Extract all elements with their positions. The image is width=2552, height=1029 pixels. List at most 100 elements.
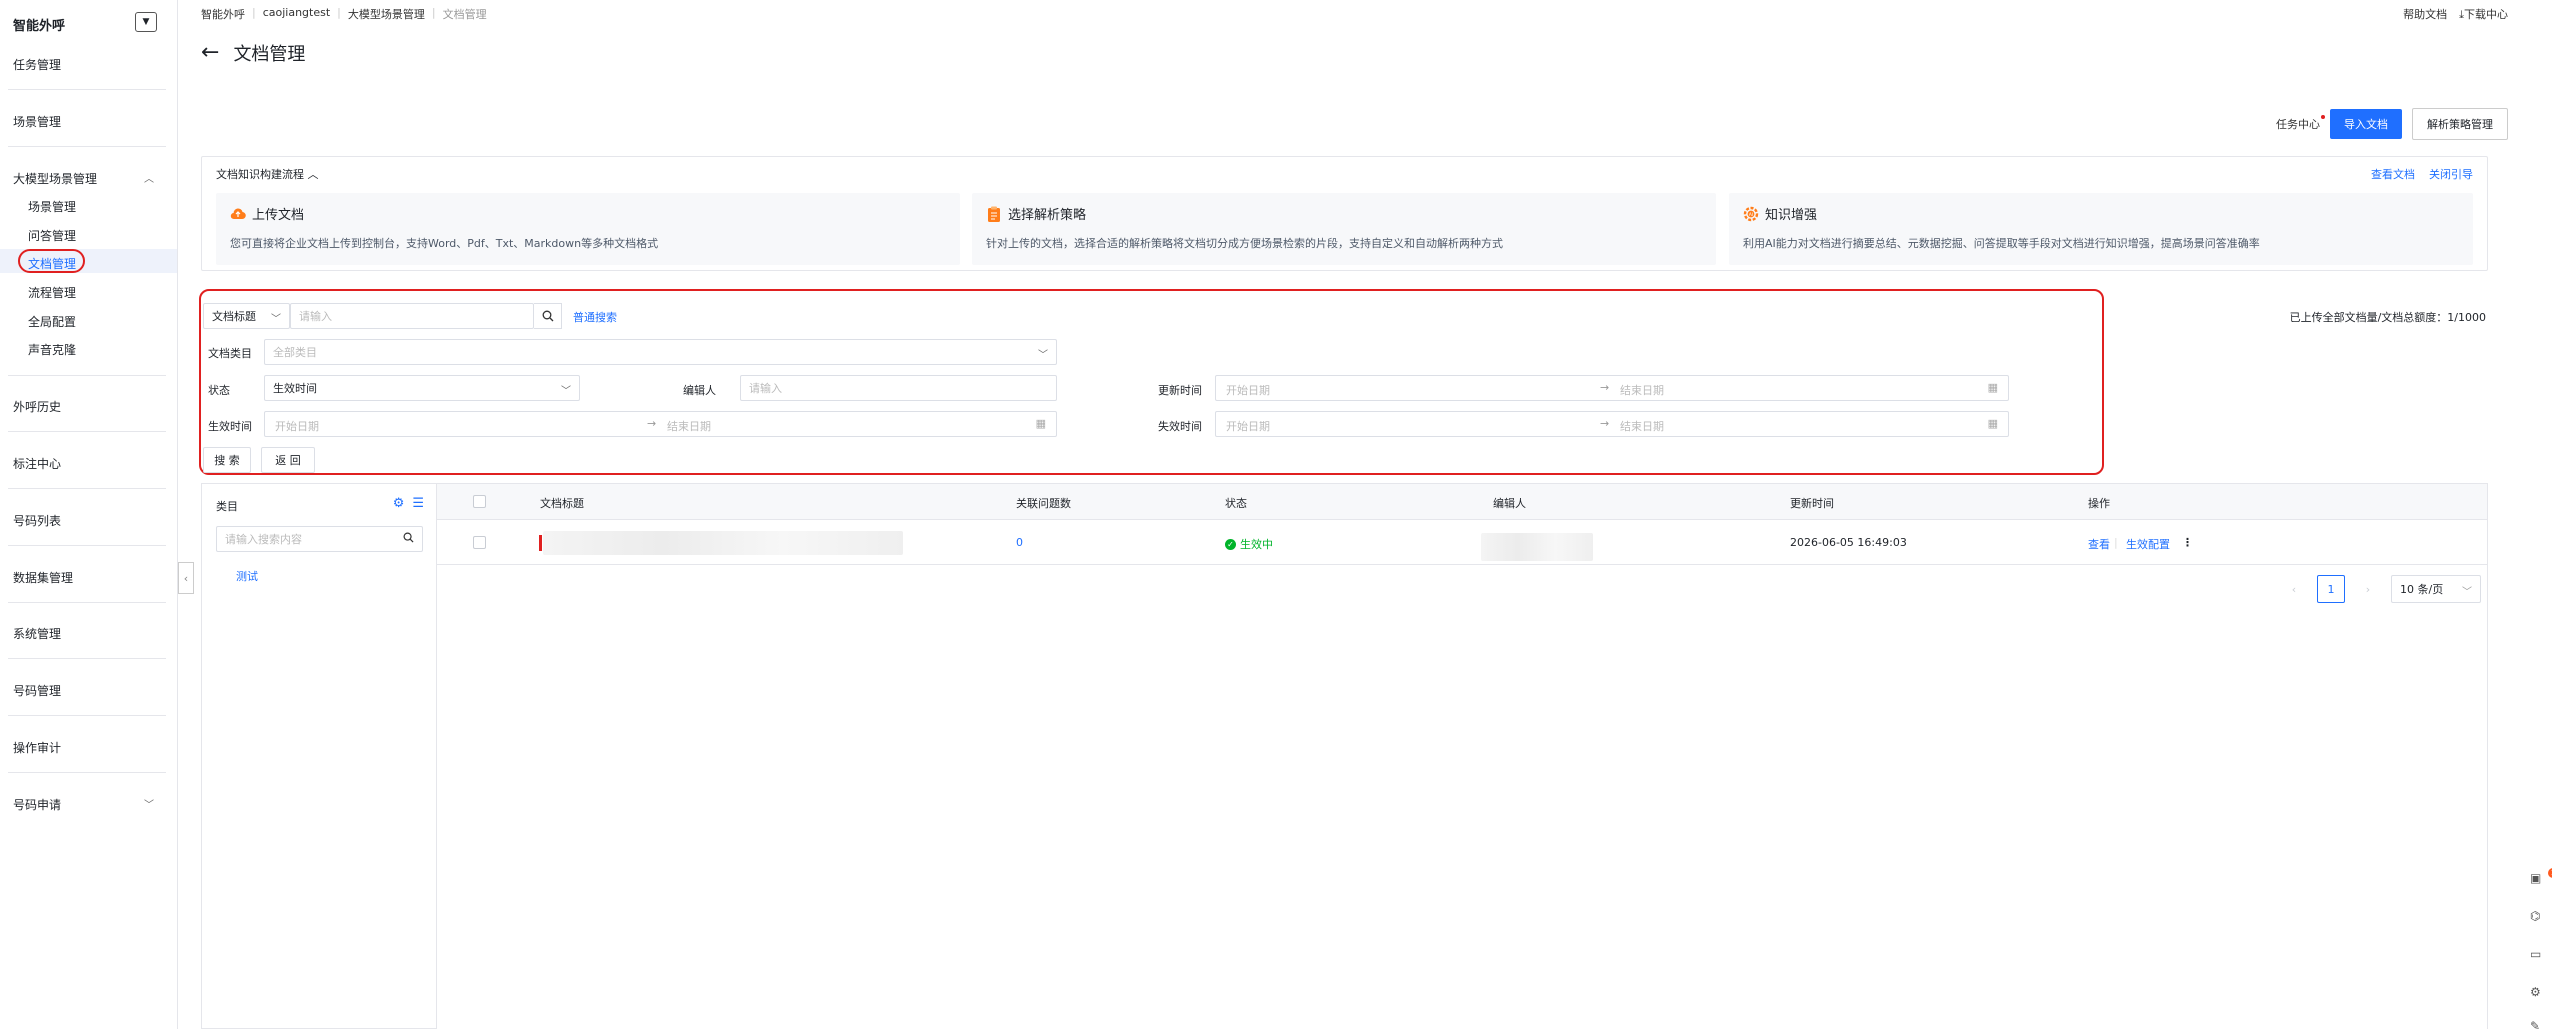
sidebar-sub-voice[interactable]: 声音克隆: [28, 341, 76, 358]
select-all-checkbox[interactable]: [473, 495, 486, 508]
back-arrow-icon[interactable]: ←: [201, 42, 219, 64]
editor-input[interactable]: 请输入: [740, 375, 1057, 401]
calendar-icon: ▦: [1987, 417, 1998, 430]
action-bar: 任务中心 导入文档 解析策略管理: [2276, 108, 2508, 140]
notice-icon[interactable]: ▣1: [2530, 868, 2552, 885]
divider: [8, 146, 166, 147]
sidebar-item-task[interactable]: 任务管理: [13, 56, 61, 73]
chevron-down-icon: ﹀: [271, 314, 281, 325]
col-status: 状态: [1225, 497, 1247, 510]
category-title: 类目: [216, 500, 238, 513]
sidebar-item-scene[interactable]: 场景管理: [13, 113, 61, 130]
chevron-down-icon: ﹀: [1038, 350, 1048, 361]
sidebar-item-llm-scene[interactable]: 大模型场景管理: [13, 170, 97, 187]
strategy-manage-button[interactable]: 解析策略管理: [2412, 108, 2508, 140]
list-toggle-icon[interactable]: ☰: [412, 496, 424, 511]
status-badge: ✓ 生效中: [1225, 536, 1273, 552]
sidebar-item-history[interactable]: 外呼历史: [13, 398, 61, 415]
breadcrumb-item[interactable]: 大模型场景管理: [341, 6, 432, 22]
help-doc-link[interactable]: 帮助文档: [2403, 6, 2447, 22]
search-button[interactable]: 搜 索: [203, 447, 251, 473]
search-icon[interactable]: [534, 303, 562, 329]
status-select[interactable]: 生效时间 ﹀: [264, 375, 580, 401]
sidebar-sub-flow[interactable]: 流程管理: [28, 284, 76, 301]
sidebar-item-audit[interactable]: 操作审计: [13, 739, 61, 756]
quota-text: 已上传全部文档量/文档总额度：1/1000: [2289, 311, 2486, 324]
arrow-right-icon: →: [647, 417, 657, 430]
sidebar-sub-doc[interactable]: 文档管理: [28, 255, 76, 272]
more-icon[interactable]: ⋮: [2182, 536, 2193, 549]
related-count-link[interactable]: 0: [1016, 536, 1023, 549]
row-checkbox[interactable]: [473, 536, 486, 549]
sidebar-collapse-handle[interactable]: ‹: [178, 562, 194, 594]
check-circle-icon: ✓: [1225, 538, 1236, 550]
header-links: 帮助文档 ⤓下载中心: [2403, 6, 2508, 22]
col-count: 关联问题数: [1016, 497, 1071, 510]
chevron-up-icon: ︿: [307, 168, 319, 181]
view-link[interactable]: 查看: [2088, 536, 2110, 552]
breadcrumb-item[interactable]: caojiangtest: [256, 6, 337, 22]
sidebar-item-system[interactable]: 系统管理: [13, 625, 61, 642]
divider: [8, 715, 166, 716]
category-select[interactable]: 全部类目 ﹀: [264, 339, 1057, 365]
divider: |: [2114, 536, 2118, 549]
sidebar-title: 智能外呼: [13, 19, 66, 34]
expire-time-label: 失效时间: [1158, 420, 1202, 433]
caret-down-icon: ▼: [142, 17, 150, 27]
flow-card-desc: 利用AI能力对文档进行摘要总结、元数据挖掘、问答提取等手段对文档进行知识增强，提…: [1743, 237, 2260, 250]
import-doc-button[interactable]: 导入文档: [2330, 109, 2402, 139]
prev-page-icon[interactable]: ‹: [2281, 583, 2307, 596]
edit-icon[interactable]: ✎: [2530, 1019, 2544, 1029]
next-page-icon[interactable]: ›: [2355, 583, 2381, 596]
search-field-select[interactable]: 文档标题 ﹀: [203, 303, 290, 329]
view-doc-link[interactable]: 查看文档: [2371, 166, 2415, 182]
settings-icon[interactable]: ⚙: [393, 496, 405, 511]
effective-time-label: 生效时间: [208, 420, 252, 433]
sidebar-menu-toggle[interactable]: ▼: [135, 12, 157, 32]
category-panel: 类目 ⚙ ☰ 请输入搜索内容 测试: [201, 483, 437, 1029]
expire-time-range[interactable]: 开始日期 → 结束日期 ▦: [1215, 411, 2009, 437]
effective-config-link[interactable]: 生效配置: [2126, 536, 2170, 552]
sidebar-item-label[interactable]: 标注中心: [13, 455, 61, 472]
sidebar-item-number-mgmt[interactable]: 号码管理: [13, 682, 61, 699]
search-input[interactable]: 请输入: [290, 303, 534, 329]
col-title: 文档标题: [540, 497, 584, 510]
page-size-select[interactable]: 10 条/页 ﹀: [2391, 575, 2481, 603]
table-header: 文档标题 关联问题数 状态 编辑人 更新时间 操作: [437, 484, 2487, 520]
breadcrumb-item[interactable]: 智能外呼: [201, 6, 252, 22]
flow-card-enhance: AI 知识增强 利用AI能力对文档进行摘要总结、元数据挖掘、问答提取等手段对文档进…: [1729, 193, 2473, 265]
reset-button[interactable]: 返 回: [261, 447, 315, 473]
breadcrumb-current: 文档管理: [442, 8, 487, 21]
close-guide-link[interactable]: 关闭引导: [2429, 166, 2473, 182]
pagination: ‹ 1 › 10 条/页 ﹀: [2281, 575, 2481, 603]
flow-guide-title[interactable]: 文档知识构建流程 ︿: [216, 166, 319, 182]
category-search-input[interactable]: 请输入搜索内容: [216, 526, 423, 552]
category-item[interactable]: 测试: [236, 568, 258, 584]
flow-card-desc: 您可直接将企业文档上传到控制台，支持Word、Pdf、Txt、Markdown等…: [230, 237, 659, 250]
calendar-icon: ▦: [1987, 381, 1998, 394]
flow-card-desc: 针对上传的文档，选择合适的解析策略将文档切分成方便场景检索的片段，支持自定义和自…: [986, 237, 1503, 250]
page-number[interactable]: 1: [2317, 575, 2345, 603]
divider: [8, 431, 166, 432]
calendar-icon: ▦: [1035, 417, 1046, 430]
image-icon[interactable]: ▭: [2530, 947, 2544, 961]
gear-icon[interactable]: ⚙: [2530, 985, 2544, 999]
download-center-link[interactable]: ⤓下载中心: [2459, 6, 2508, 22]
sidebar-sub-scene[interactable]: 场景管理: [28, 198, 76, 215]
search-icon: [403, 532, 414, 546]
sidebar-item-numbers[interactable]: 号码列表: [13, 512, 61, 529]
sidebar-sub-qa[interactable]: 问答管理: [28, 227, 76, 244]
chevron-up-icon: ︿: [144, 174, 154, 185]
sidebar-item-dataset[interactable]: 数据集管理: [13, 569, 73, 586]
update-time-label: 更新时间: [1158, 384, 1202, 397]
task-center-link[interactable]: 任务中心: [2276, 115, 2325, 132]
update-time-range[interactable]: 开始日期 → 结束日期 ▦: [1215, 375, 2009, 401]
code-icon[interactable]: ⌬: [2530, 909, 2544, 923]
doc-title-redacted[interactable]: [543, 531, 903, 555]
sidebar: 智能外呼 ▼ 任务管理 场景管理 大模型场景管理 ︿ 场景管理 问答管理 文档管…: [0, 0, 178, 1029]
category-tools: ⚙ ☰: [393, 496, 424, 511]
toggle-search-mode-link[interactable]: 普通搜索: [573, 309, 617, 325]
sidebar-item-apply[interactable]: 号码申请: [13, 796, 61, 813]
sidebar-sub-global[interactable]: 全局配置: [28, 313, 76, 330]
effective-time-range[interactable]: 开始日期 → 结束日期 ▦: [264, 411, 1057, 437]
